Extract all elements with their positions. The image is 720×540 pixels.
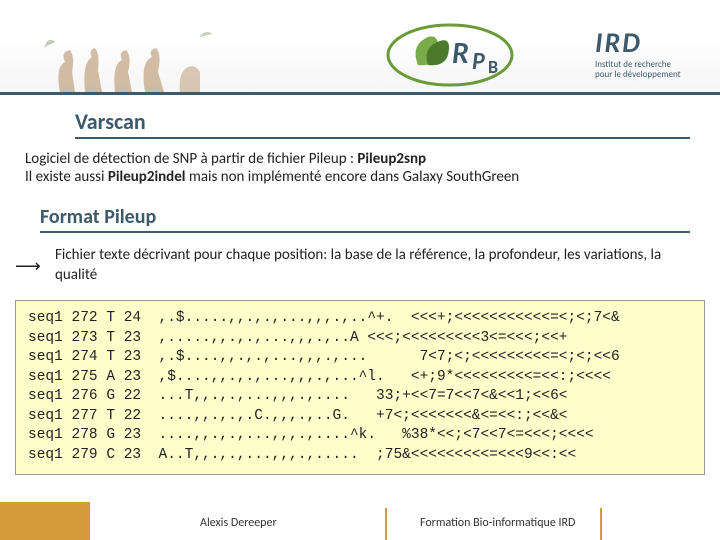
- code-line: seq1 273 T 23 ,.....,,.,.,...,,,.,..A <<…: [28, 330, 568, 346]
- varscan-description: Logiciel de détection de SNP à partir de…: [25, 150, 695, 186]
- slide-footer: Alexis Dereeper Formation Bio-informatiq…: [0, 502, 720, 540]
- desc-line2a: Il existe aussi: [25, 168, 108, 186]
- arrow-icon: ⟶: [15, 255, 41, 277]
- svg-text:B: B: [488, 56, 498, 78]
- tool-pileup2indel: Pileup2indel: [108, 168, 186, 186]
- footer-author: Alexis Dereeper: [200, 516, 277, 530]
- ird-label: IRD: [595, 25, 705, 60]
- code-line: seq1 279 C 23 A..T,,.,.,...,,,.,..... ;7…: [28, 447, 576, 463]
- ird-logo: IRD Institut de recherche pour le dévelo…: [595, 25, 705, 75]
- desc-pre: Logiciel de détection de SNP à partir de…: [25, 150, 357, 168]
- code-line: seq1 275 A 23 ,$....,,.,.,...,,,.,...^l.…: [28, 369, 611, 385]
- ird-sub2: pour le développement: [595, 70, 705, 80]
- pileup-code-sample: seq1 272 T 24 ,.$.....,,.,.,...,,,.,..^+…: [15, 300, 705, 475]
- svg-text:R: R: [452, 35, 469, 72]
- rpb-logo-icon: R P B: [380, 15, 520, 90]
- code-line: seq1 276 G 22 ...T,,.,.,...,,,.,.... 33;…: [28, 388, 568, 404]
- page-title: Varscan: [75, 108, 690, 139]
- section-title-format-pileup: Format Pileup: [40, 205, 690, 233]
- tool-pileup2snp: Pileup2snp: [357, 150, 426, 168]
- footer-divider: [385, 508, 387, 540]
- code-line: seq1 274 T 23 ,.$....,,.,.,...,,,.,... 7…: [28, 349, 620, 365]
- footer-course: Formation Bio-informatique IRD: [420, 516, 575, 530]
- code-line: seq1 277 T 22 ....,,.,.,.C.,,,.,..G. +7<…: [28, 408, 568, 424]
- footer-gap: [90, 502, 96, 540]
- slide-header: R P B IRD Institut de recherche pour le …: [0, 0, 720, 95]
- footer-accent: [0, 502, 90, 540]
- footer-divider: [600, 508, 602, 540]
- code-line: seq1 278 G 23 ....,,.,.,...,,,.,....^k. …: [28, 427, 594, 443]
- desc-line2b: mais non implémenté encore dans Galaxy S…: [185, 168, 519, 186]
- code-line: seq1 272 T 24 ,.$.....,,.,.,...,,,.,..^+…: [28, 310, 620, 326]
- silhouette-people-icon: [40, 22, 220, 92]
- svg-text:P: P: [472, 47, 485, 76]
- pileup-description: Fichier texte décrivant pour chaque posi…: [55, 245, 695, 286]
